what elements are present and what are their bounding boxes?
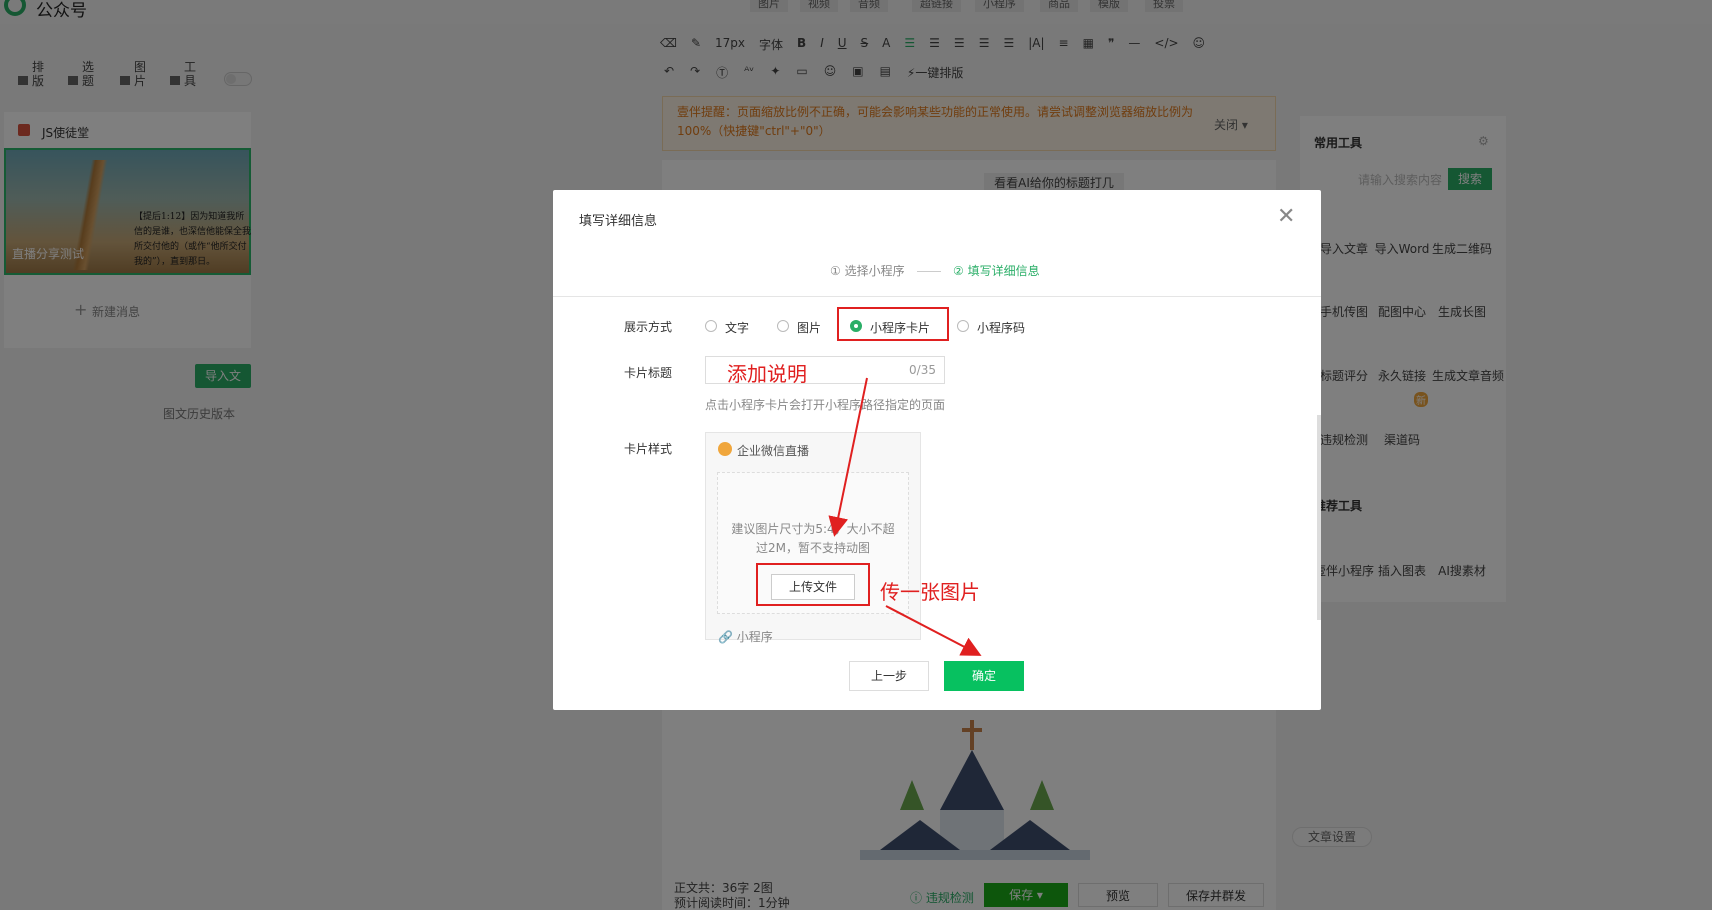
confirm-button[interactable]: 确定 — [944, 661, 1024, 691]
arrow-to-confirm — [885, 605, 982, 656]
arrow-to-upload — [828, 377, 868, 537]
previous-step-button[interactable]: 上一步 — [849, 661, 929, 691]
annotation-arrows — [828, 377, 982, 656]
